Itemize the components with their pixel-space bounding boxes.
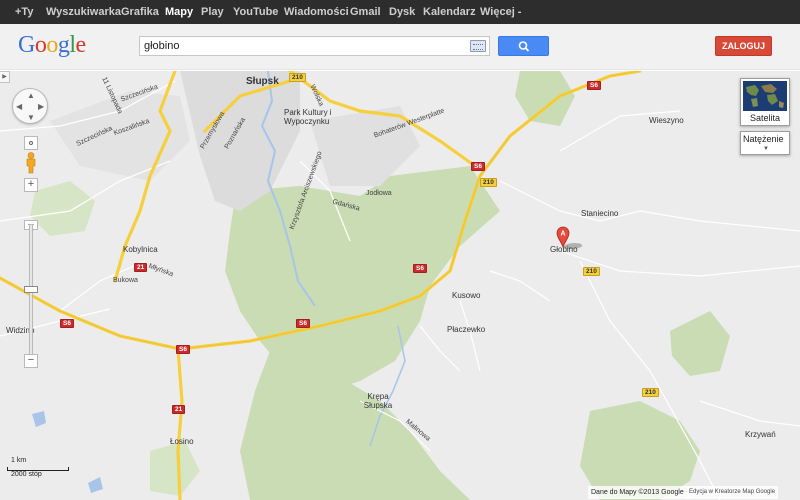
pan-up-icon[interactable]: ▲ [27, 92, 35, 100]
copyright-text: Dane do Mapy ©2013 Google - [588, 486, 691, 499]
shield-s6: S6 [296, 319, 310, 328]
keyboard-icon[interactable] [470, 40, 486, 52]
satellite-thumbnail [743, 81, 787, 111]
map-canvas[interactable]: Słupsk Park Kultury i Wypoczynku 11 List… [0, 71, 800, 500]
zoom-slider-handle[interactable] [24, 286, 38, 293]
scale-ft: 2000 stóp [11, 471, 42, 478]
label-kusowo: Kusowo [452, 291, 481, 300]
marker-letter: A [560, 231, 565, 238]
label-krzywan: Krzywań [745, 430, 776, 439]
label-wieszyno: Wieszyno [649, 116, 684, 125]
nav-drive[interactable]: Dysk [389, 0, 415, 24]
shield-21: 21 [172, 405, 186, 414]
google-logo[interactable]: Google [18, 31, 86, 59]
label-losino: Łosino [170, 437, 194, 446]
label-jodlowa: Jodłowa [366, 190, 392, 197]
zoom-out-button[interactable]: − [24, 354, 38, 368]
satellite-toggle[interactable]: Satelita [740, 78, 790, 126]
chevron-down-icon: ▼ [763, 146, 769, 152]
label-bukowa: Bukowa [113, 277, 138, 284]
login-button[interactable]: ZALOGUJ [715, 36, 772, 56]
pan-left-icon[interactable]: ◀ [16, 103, 22, 111]
traffic-dropdown[interactable]: Natężenie ▼ [740, 131, 790, 155]
zoom-in-button[interactable]: + [24, 178, 38, 192]
forest-area [670, 311, 730, 376]
logo-letter-g2: g [57, 32, 70, 58]
shield-210: 210 [583, 267, 600, 276]
google-bar: +Ty Wyszukiwarka Grafika Mapy Play YouTu… [0, 0, 800, 24]
logo-letter-g: G [18, 32, 35, 58]
nav-calendar[interactable]: Kalendarz [423, 0, 476, 24]
nav-plus[interactable]: +Ty [15, 0, 33, 24]
label-placzewko: Płaczewko [447, 325, 486, 334]
shield-21: 21 [134, 263, 148, 272]
nav-images[interactable]: Grafika [121, 0, 159, 24]
nav-search[interactable]: Wyszukiwarka [46, 0, 121, 24]
lake [32, 411, 46, 427]
forest-area [515, 71, 575, 126]
forest-area [30, 181, 95, 236]
label-krepa: Krępa Słupska [363, 392, 393, 410]
label-staniecino: Staniecino [581, 209, 619, 218]
nav-play[interactable]: Play [201, 0, 224, 24]
logo-letter-o2: o [46, 32, 58, 58]
nav-maps[interactable]: Mapy [165, 0, 193, 24]
shield-210: 210 [289, 73, 306, 82]
lake [88, 477, 103, 493]
search-input[interactable] [144, 38, 464, 54]
scale-km: 1 km [11, 457, 27, 464]
nav-news[interactable]: Wiadomości [284, 0, 349, 24]
pan-right-icon[interactable]: ▶ [38, 103, 44, 111]
pegman-icon[interactable] [25, 152, 37, 174]
left-arrow-icon[interactable]: ▶ [0, 71, 10, 83]
forest-area [150, 441, 200, 496]
pan-down-icon[interactable]: ▼ [27, 114, 35, 122]
shield-s6: S6 [60, 319, 74, 328]
nav-youtube[interactable]: YouTube [233, 0, 278, 24]
label-kobylnica: Kobylnica [123, 245, 158, 254]
nav-gmail[interactable]: Gmail [350, 0, 381, 24]
nav-more[interactable]: Więcej - [480, 0, 521, 24]
shield-s6: S6 [471, 162, 485, 171]
label-slupsk: Słupsk [246, 76, 279, 87]
shield-210: 210 [480, 178, 497, 187]
scale-bar: 1 km 2000 stóp [6, 457, 72, 485]
shield-s6: S6 [413, 264, 427, 273]
search-button[interactable] [498, 36, 549, 56]
header: Google ZALOGUJ [0, 24, 800, 70]
magnifier-icon [518, 41, 530, 52]
shield-s6: S6 [176, 345, 190, 354]
logo-letter-o1: o [34, 32, 47, 58]
shield-s6: S6 [587, 81, 601, 90]
satellite-label: Satelita [749, 113, 781, 123]
logo-letter-e: e [75, 32, 87, 58]
label-park: Park Kultury i Wypoczynku [284, 108, 332, 126]
search-box [139, 36, 490, 56]
traffic-label: Natężenie [743, 134, 784, 144]
pan-arrows-icon[interactable]: ▲ ▼ ◀ ▶ [12, 88, 48, 124]
shield-210: 210 [642, 388, 659, 397]
edit-link[interactable]: Edycja w Kreatorze Map Google [686, 486, 779, 499]
my-location-icon[interactable] [24, 136, 38, 150]
